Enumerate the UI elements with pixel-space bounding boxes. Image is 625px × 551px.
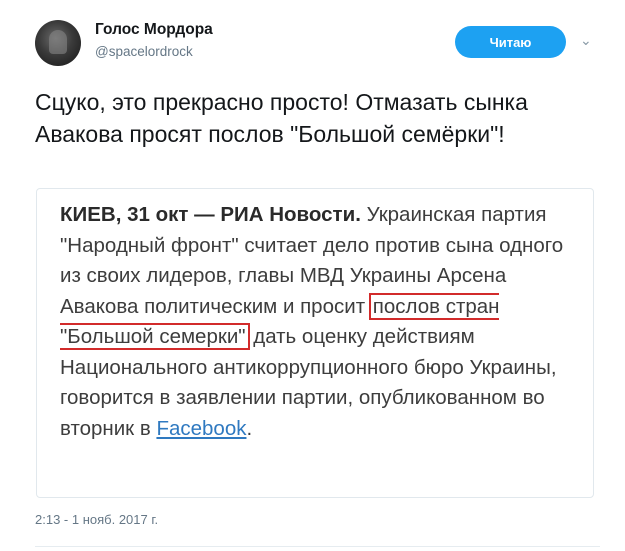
quoted-article-card[interactable]: КИЕВ, 31 окт — РИА Новости. Украинская п…: [36, 188, 594, 498]
article-text: КИЕВ, 31 окт — РИА Новости. Украинская п…: [60, 200, 585, 444]
user-handle[interactable]: @spacelordrock: [95, 44, 193, 59]
user-name[interactable]: Голос Мордора: [95, 21, 213, 39]
avatar[interactable]: [35, 20, 81, 66]
article-end: .: [246, 416, 253, 440]
divider: [35, 546, 600, 547]
article-lead: КИЕВ, 31 окт — РИА Новости.: [60, 203, 361, 226]
follow-button[interactable]: Читаю: [455, 26, 566, 58]
avatar-figure: [49, 30, 67, 54]
tweet-timestamp[interactable]: 2:13 - 1 нояб. 2017 г.: [35, 512, 158, 527]
chevron-down-icon[interactable]: ⌄: [580, 32, 592, 49]
tweet-text: Сцуко, это прекрасно просто! Отмазать сы…: [35, 89, 528, 147]
facebook-link[interactable]: Facebook: [156, 417, 246, 440]
